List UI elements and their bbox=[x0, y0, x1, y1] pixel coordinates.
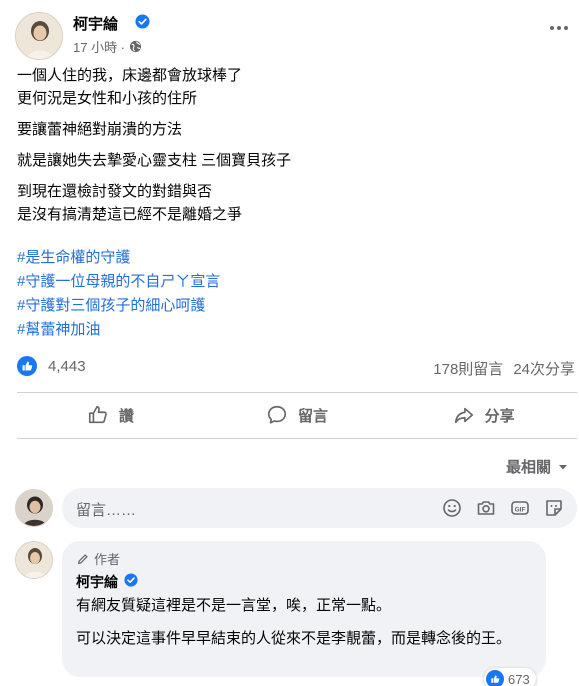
comment-placeholder: 留言…… bbox=[76, 502, 137, 519]
like-reaction-icon[interactable] bbox=[17, 356, 37, 376]
author-badge-label: 作者 bbox=[94, 552, 121, 567]
comment-bubble: 作者 柯宇綸 有網友質疑這裡是不是一言堂，唉，正常一點。 可以決定這事件早早結束… bbox=[62, 541, 546, 677]
author-avatar[interactable] bbox=[15, 12, 63, 60]
post-text: 一個人住的我，床邊都會放球棒了 更何況是女性和小孩的住所 要讓蕾神絕對崩潰的方法… bbox=[17, 64, 567, 234]
pen-icon bbox=[78, 553, 88, 564]
hashtag-link[interactable]: #幫蕾神加油 bbox=[17, 318, 220, 342]
commenter-avatar[interactable] bbox=[15, 541, 53, 579]
comment-icon bbox=[267, 405, 287, 424]
post-time[interactable]: 17 小時 · bbox=[73, 37, 125, 56]
composer-tools: GIF bbox=[441, 498, 565, 518]
hashtag-list: #是生命權的守護 #守護一位母親的不自ㄕㄚ宣言 #守護對三個孩子的細心呵護 #幫… bbox=[17, 246, 220, 342]
comment-input[interactable]: 留言…… GIF bbox=[62, 488, 577, 528]
camera-icon[interactable] bbox=[475, 498, 497, 518]
chevron-down-icon bbox=[559, 464, 567, 469]
verified-icon bbox=[135, 14, 150, 29]
comment-paragraph: 有網友質疑這裡是不是一言堂，唉，正常一點。 bbox=[76, 597, 392, 614]
sticker-icon[interactable] bbox=[543, 498, 565, 518]
share-icon bbox=[454, 407, 473, 424]
like-button[interactable]: 讚 bbox=[17, 392, 204, 438]
like-reaction-icon bbox=[486, 670, 504, 686]
like-label: 讚 bbox=[118, 407, 134, 425]
hashtag-link[interactable]: #守護對三個孩子的細心呵護 bbox=[17, 294, 220, 318]
engagement-counts: 178則留言 24次分享 bbox=[433, 358, 575, 379]
post-meta: 17 小時 · bbox=[73, 37, 142, 56]
comment-reactions[interactable]: 673 bbox=[484, 668, 536, 686]
author-badge: 作者 bbox=[76, 549, 120, 568]
comment-reaction-count: 673 bbox=[508, 671, 530, 686]
share-button[interactable]: 分享 bbox=[390, 392, 577, 438]
author-name[interactable]: 柯宇綸 bbox=[73, 13, 118, 34]
hashtag-link[interactable]: #是生命權的守護 bbox=[17, 246, 220, 270]
post-header: 柯宇綸 17 小時 · bbox=[15, 10, 575, 62]
emoji-icon[interactable] bbox=[441, 498, 463, 518]
comment-button[interactable]: 留言 bbox=[204, 392, 391, 438]
post-paragraph: 一個人住的我，床邊都會放球棒了 更何況是女性和小孩的住所 bbox=[17, 67, 243, 107]
more-icon[interactable] bbox=[545, 18, 573, 38]
svg-text:GIF: GIF bbox=[515, 506, 526, 513]
comment-paragraph: 可以決定這事件早早結束的人從來不是李靚蕾，而是轉念後的王。 bbox=[76, 630, 512, 647]
post-stats: 4,443 178則留言 24次分享 bbox=[17, 354, 577, 380]
post-paragraph: 到現在還檢討發文的對錯與否 是沒有搞清楚這已經不是離婚之爭 bbox=[17, 183, 243, 223]
post-paragraph: 要讓蕾神絕對崩潰的方法 bbox=[17, 121, 183, 138]
hashtag-link[interactable]: #守護一位母親的不自ㄕㄚ宣言 bbox=[17, 270, 220, 294]
comment-label: 留言 bbox=[298, 407, 329, 425]
action-bar: 讚 留言 分享 bbox=[17, 392, 577, 438]
gif-icon[interactable]: GIF bbox=[509, 498, 531, 518]
current-user-avatar[interactable] bbox=[15, 489, 53, 527]
comment-count[interactable]: 178則留言 bbox=[433, 358, 503, 379]
like-count[interactable]: 4,443 bbox=[48, 358, 86, 375]
share-label: 分享 bbox=[484, 407, 515, 425]
share-count[interactable]: 24次分享 bbox=[513, 358, 575, 379]
post-paragraph: 就是讓她失去摯愛心靈支柱 三個寶貝孩子 bbox=[17, 152, 292, 169]
comment-text: 有網友質疑這裡是不是一言堂，唉，正常一點。 可以決定這事件早早結束的人從來不是李… bbox=[76, 594, 536, 660]
comment-sort-dropdown[interactable]: 最相關 bbox=[506, 456, 569, 477]
like-icon bbox=[88, 405, 107, 424]
commenter-name[interactable]: 柯宇綸 bbox=[76, 572, 118, 592]
sort-label: 最相關 bbox=[505, 459, 551, 476]
globe-icon bbox=[129, 40, 142, 53]
verified-icon bbox=[124, 573, 138, 587]
divider bbox=[17, 438, 577, 439]
